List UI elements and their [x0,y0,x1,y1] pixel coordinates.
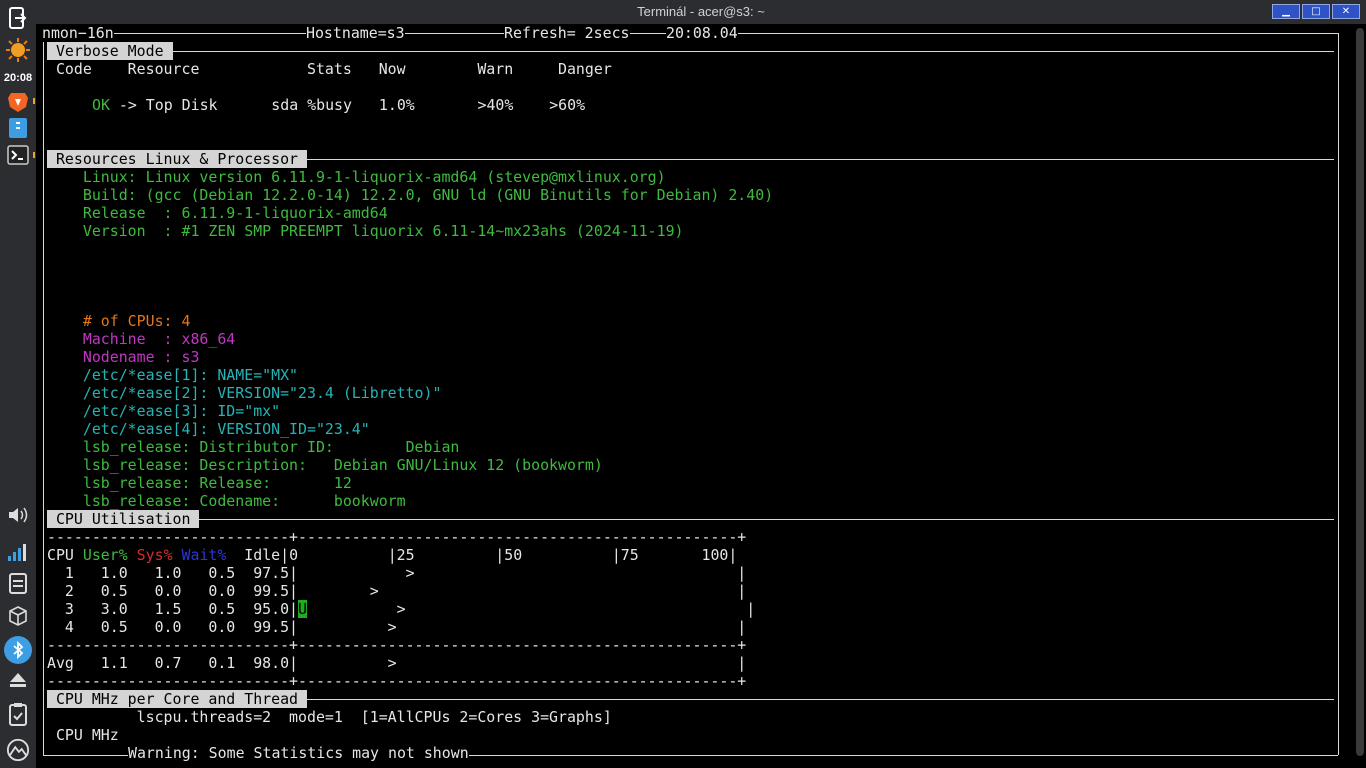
maximize-button[interactable]: □ [1302,4,1330,19]
cpu-table-border-top: ---------------------------+------------… [47,528,747,546]
ease2-line: /etc/*ease[2]: VERSION="23.4 (Libretto)" [47,384,442,402]
verbose-row-text: -> Top Disk sda %busy 1.0% >40% >60% [109,96,586,114]
window-title: Terminál - acer@s3: ~ [637,4,765,19]
lsb-release-line: lsb_release: Release: 12 [47,474,352,492]
close-button[interactable]: ✕ [1332,4,1360,19]
cpu-table-border-bottom: ---------------------------+------------… [47,672,747,690]
lsb-distributor-line: lsb_release: Distributor ID: Debian [47,438,460,456]
cpu-table-header: CPU User% Sys% Wait% Idle|0 |25 |50 |75 … [47,546,737,564]
verbose-columns: Code Resource Stats Now Warn Danger [47,60,612,78]
cpu-row-3-tail: > | [307,600,756,618]
wait-col-header: Wait% [181,546,227,564]
warning-text: Warning: Some Statistics may not shown [128,744,469,762]
cpu-utilisation-header: CPU Utilisation [47,510,200,528]
machine-line: Machine : x86_64 [47,330,236,348]
release-line: Release : 6.11.9-1-liquorix-amd64 [47,204,388,222]
network-signal-icon[interactable] [6,540,30,564]
taskbar-clock[interactable]: 20:08 [0,72,36,84]
user-col-header: User% [82,546,128,564]
window-titlebar[interactable]: Terminál - acer@s3: ~ ▁ □ ✕ [36,0,1366,24]
nmon-refresh: Refresh= 2secs [504,24,630,42]
linux-version-line: Linux: Linux version 6.11.9-1-liquorix-a… [47,168,666,186]
brave-browser-icon[interactable] [6,90,30,114]
terminal-icon[interactable] [6,143,30,167]
status-ok: OK [92,96,110,114]
nmon-time: 20:08.04 [666,24,738,42]
nmon-hostname: Hostname=s3 [306,24,405,42]
logout-icon[interactable] [6,6,30,30]
cpu-mhz-header: CPU MHz per Core and Thread [47,690,307,708]
cpu-col-header: CPU [47,546,83,564]
eject-icon[interactable] [6,668,30,692]
cpu-row-4: 4 0.5 0.0 0.0 99.5| > | [47,618,747,636]
cpu-table-border-mid: ---------------------------+------------… [47,636,747,654]
cpu-row-3: 3 3.0 1.5 0.5 95.0|U > | [47,600,755,618]
verbose-mode-header: Verbose Mode [47,42,173,60]
mx-logo-icon[interactable] [6,738,30,762]
file-manager-icon[interactable] [6,116,30,140]
cpu-mhz-label: CPU MHz [47,726,119,744]
taskbar: 20:08 [0,0,36,768]
terminal-scrollbar[interactable] [1356,28,1364,756]
notes-icon[interactable] [6,571,30,595]
cpu-row-avg: Avg 1.1 0.7 0.1 98.0| > | [47,654,747,672]
idle-scale-header: Idle|0 |25 |50 |75 100| [226,546,738,564]
sys-col-header: Sys% [136,546,173,564]
cpu-count-line: # of CPUs: 4 [47,312,191,330]
nmon-version: nmon−16n [42,24,114,42]
volume-icon[interactable] [6,503,30,527]
lsb-codename-line: lsb_release: Codename: bookworm [47,492,406,510]
lscpu-line: lscpu.threads=2 mode=1 [1=AllCPUs 2=Core… [47,708,612,726]
resources-header: Resources Linux & Processor [47,150,307,168]
cpu-row-3-bar: U [298,600,307,618]
cpu-row-3-values: 3 3.0 1.5 0.5 95.0| [47,600,299,618]
build-line: Build: (gcc (Debian 12.2.0-14) 12.2.0, G… [47,186,774,204]
cpu-row-2: 2 0.5 0.0 0.0 99.5| > | [47,582,747,600]
ease4-line: /etc/*ease[4]: VERSION_ID="23.4" [47,420,370,438]
bluetooth-icon[interactable] [4,636,32,664]
cpu-row-1: 1 1.0 1.0 0.5 97.5| > | [47,564,747,582]
clipboard-icon[interactable] [6,702,30,726]
lsb-description-line: lsb_release: Description: Debian GNU/Lin… [47,456,603,474]
terminal-area[interactable]: nmon−16n Hostname=s3 Refresh= 2secs 20:0… [36,24,1366,768]
minimize-button[interactable]: ▁ [1272,4,1300,19]
weather-sun-icon[interactable] [6,38,30,62]
version-line: Version : #1 ZEN SMP PREEMPT liquorix 6.… [47,222,684,240]
ease1-line: /etc/*ease[1]: NAME="MX" [47,366,299,384]
verbose-row: OK -> Top Disk sda %busy 1.0% >40% >60% [92,96,585,114]
package-icon[interactable] [6,604,30,628]
nodename-line: Nodename : s3 [47,348,200,366]
ease3-line: /etc/*ease[3]: ID="mx" [47,402,281,420]
